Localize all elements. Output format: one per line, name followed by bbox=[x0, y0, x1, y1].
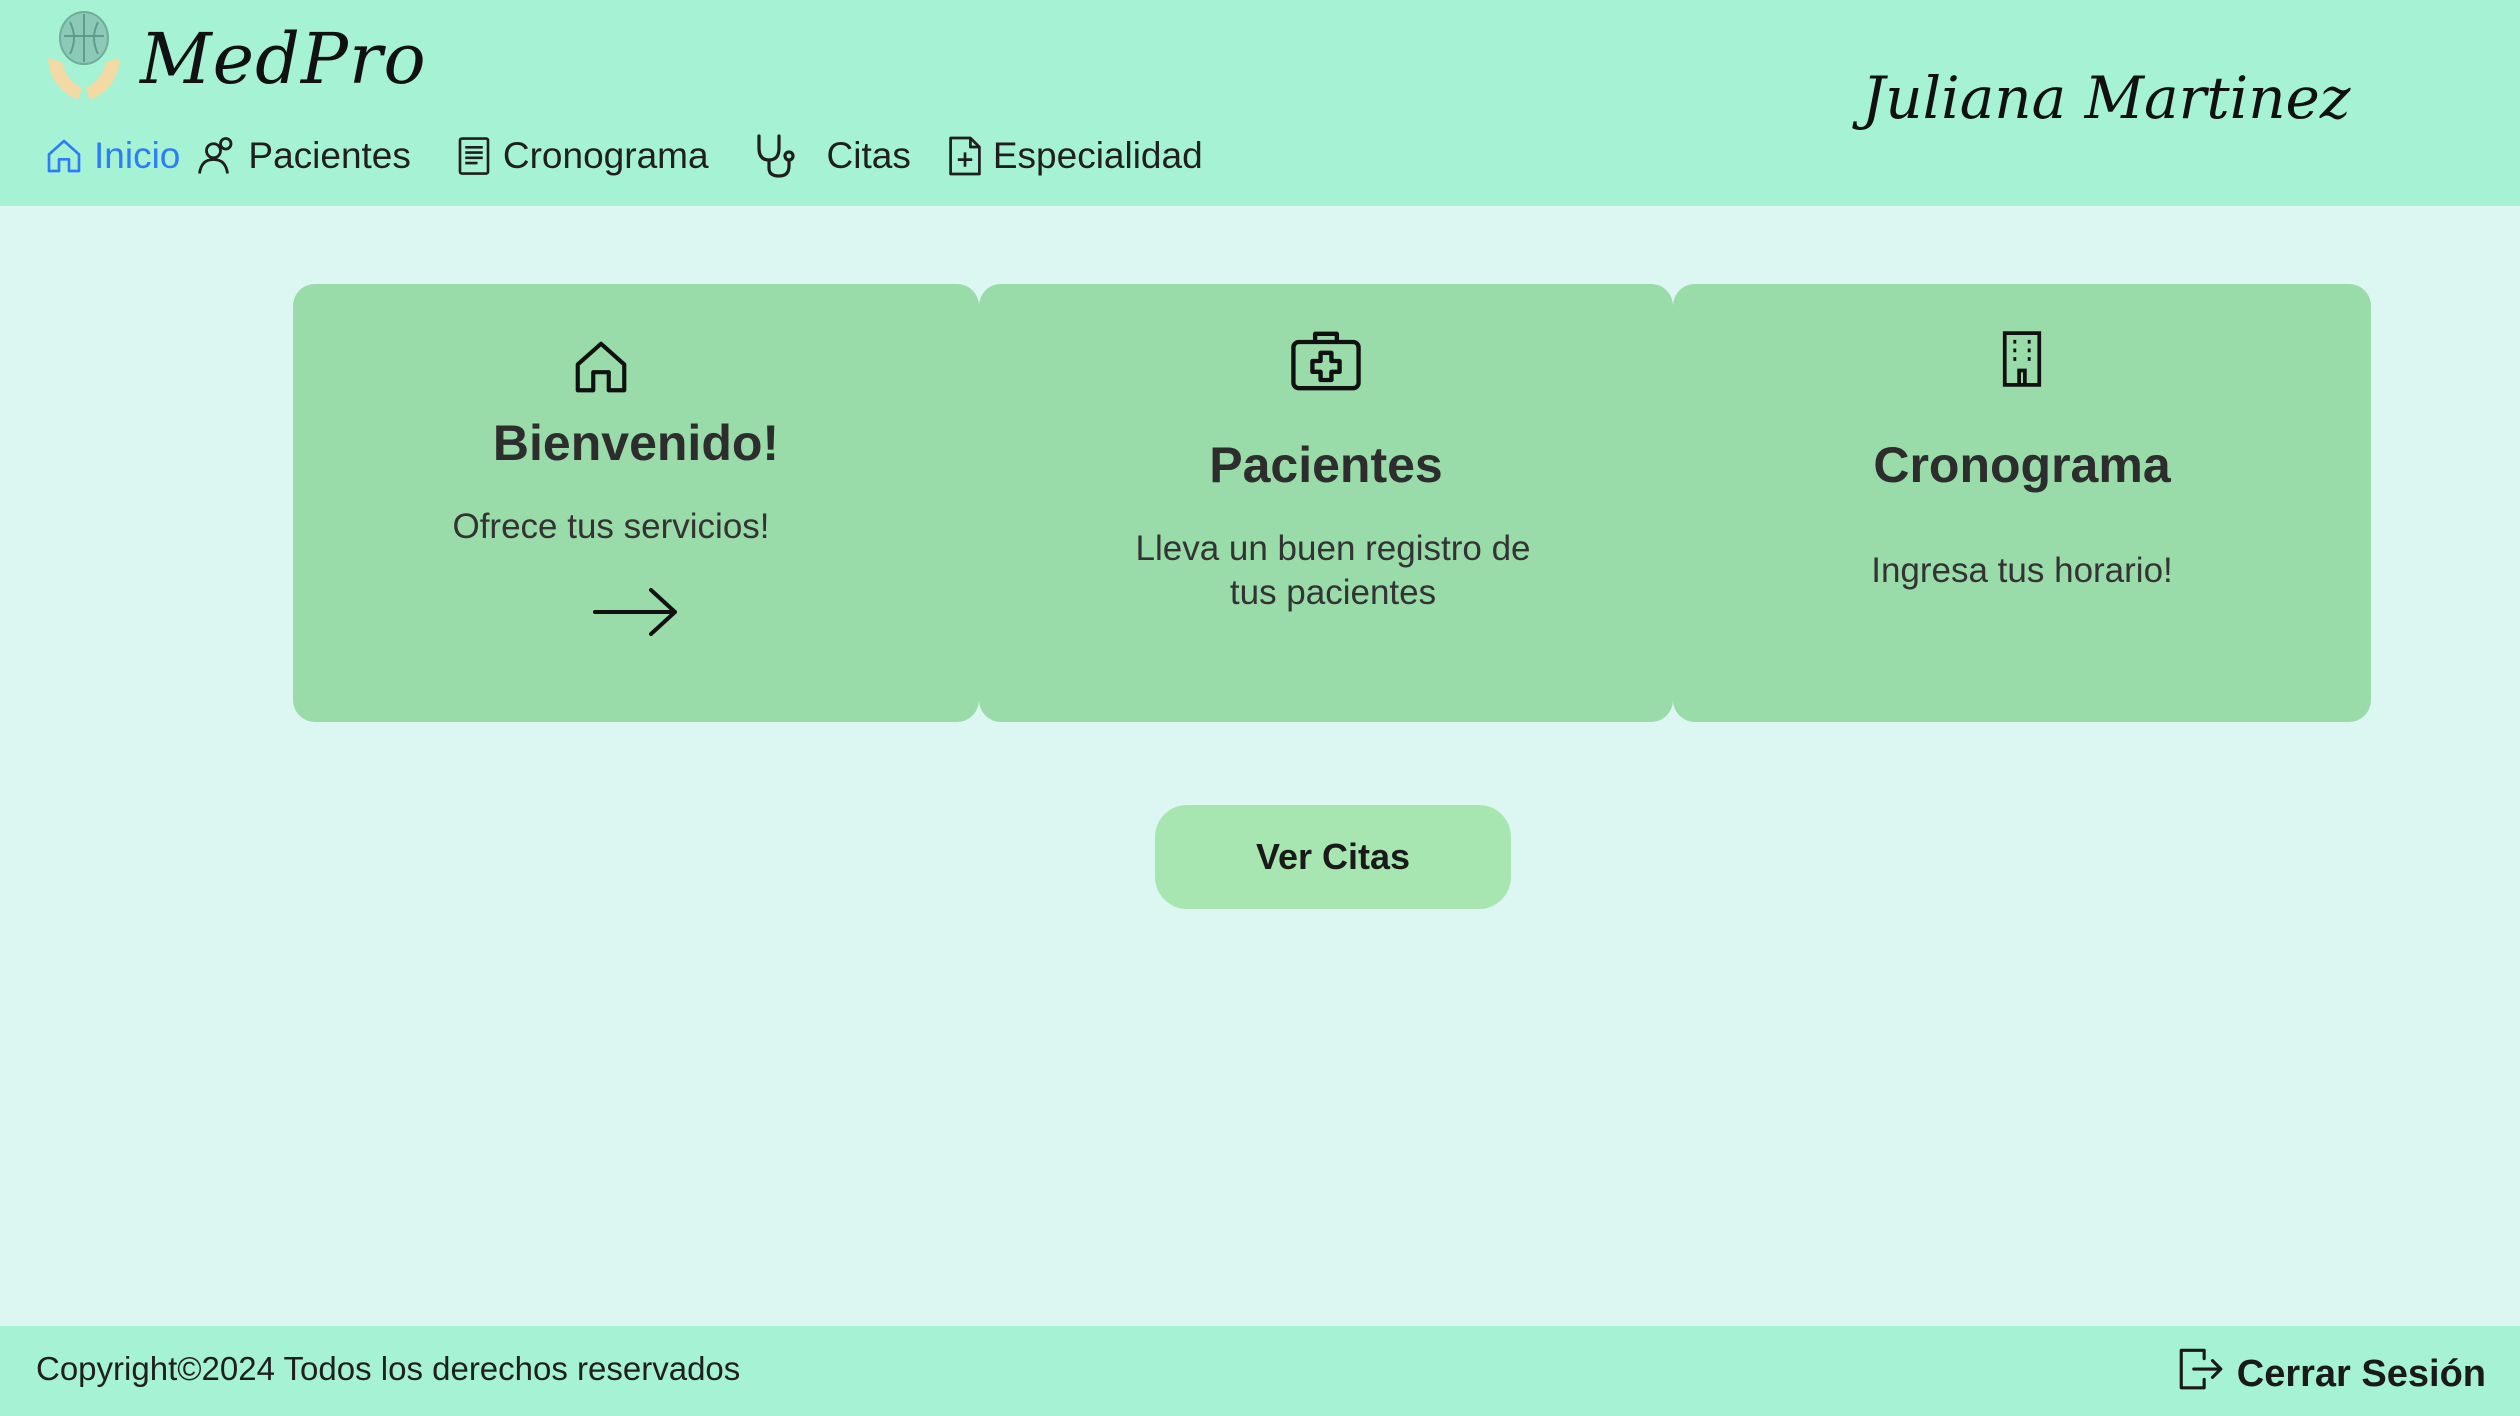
nav-item-inicio[interactable]: Inicio bbox=[44, 135, 180, 177]
card-cronograma[interactable]: Cronograma Ingresa tus horario! bbox=[1673, 284, 2371, 722]
nav-item-label: Pacientes bbox=[248, 135, 411, 176]
brand-name: MedPro bbox=[140, 18, 427, 100]
medkit-icon bbox=[1288, 328, 1364, 399]
document-icon bbox=[455, 135, 493, 177]
card-text: Ingresa tus horario! bbox=[1871, 551, 2173, 590]
brain-hands-logo bbox=[44, 8, 124, 104]
user-icon bbox=[196, 135, 238, 177]
feature-cards: Bienvenido! Ofrece tus servicios! Pacien… bbox=[293, 284, 2371, 722]
nav-item-label: Inicio bbox=[94, 135, 181, 176]
stethoscope-icon bbox=[751, 132, 799, 180]
nav-item-label: Cronograma bbox=[502, 135, 709, 176]
copyright-text: Copyright©2024 Todos los derechos reserv… bbox=[36, 1350, 741, 1387]
user-name: Juliana Martinez bbox=[1862, 64, 2351, 132]
header: MedPro Juliana Martinez Inicio Pacientes… bbox=[0, 0, 2520, 206]
file-plus-icon bbox=[947, 134, 983, 178]
card-title: Bienvenido! bbox=[492, 415, 780, 471]
logout-label: Cerrar Sesión bbox=[2236, 1352, 2486, 1395]
main-nav: Inicio Pacientes Cronograma Citas Especi… bbox=[44, 126, 1203, 186]
card-text: Ofrece tus servicios! bbox=[452, 507, 770, 546]
nav-item-pacientes[interactable]: Pacientes bbox=[196, 135, 411, 177]
card-text-line1: Lleva un buen registro de bbox=[1135, 529, 1531, 568]
arrow-right-icon[interactable] bbox=[591, 582, 681, 647]
nav-item-label: Citas bbox=[826, 135, 911, 176]
building-icon bbox=[1999, 330, 2045, 393]
ver-citas-button[interactable]: Ver Citas bbox=[1155, 805, 1511, 909]
logout-icon bbox=[2175, 1344, 2225, 1404]
home-icon bbox=[44, 136, 84, 176]
card-pacientes[interactable]: Pacientes Lleva un buen registro de tus … bbox=[979, 284, 1673, 722]
logout-button[interactable]: Cerrar Sesión bbox=[2175, 1344, 2486, 1404]
card-title: Cronograma bbox=[1873, 437, 2171, 493]
nav-item-especialidad[interactable]: Especialidad bbox=[947, 134, 1203, 178]
page: MedPro Juliana Martinez Inicio Pacientes… bbox=[0, 0, 2520, 1416]
card-text-line2: tus pacientes bbox=[1229, 573, 1437, 612]
card-bienvenido[interactable]: Bienvenido! Ofrece tus servicios! bbox=[293, 284, 979, 722]
home-icon bbox=[570, 336, 632, 403]
nav-item-citas[interactable]: Citas bbox=[751, 132, 911, 180]
footer: Copyright©2024 Todos los derechos reserv… bbox=[0, 1326, 2520, 1416]
nav-item-label: Especialidad bbox=[992, 135, 1203, 176]
nav-item-cronograma[interactable]: Cronograma bbox=[455, 135, 709, 177]
card-title: Pacientes bbox=[1209, 437, 1443, 493]
